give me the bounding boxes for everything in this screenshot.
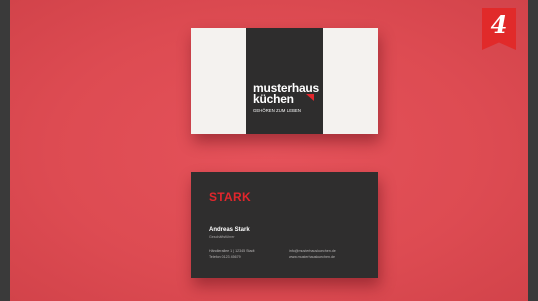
business-card-front: musterhaus küchen GEHÖREN ZUM LEBEN	[191, 28, 378, 134]
business-card-photo: 4 musterhaus küchen GEHÖREN ZUM LEBEN ST…	[10, 0, 528, 301]
logo-text-kuechen: küchen	[253, 92, 294, 106]
card-name: Andreas Stark	[209, 227, 250, 233]
card-phone: Telefon 0123 45679	[209, 255, 241, 259]
business-card-back: STARK Andreas Stark Geschäftsführer Händ…	[191, 172, 378, 278]
logo-mark-icon	[306, 94, 314, 101]
card-role: Geschäftsführer	[209, 235, 235, 239]
badge-number: 4	[490, 10, 508, 39]
photo-frame: 4 musterhaus küchen GEHÖREN ZUM LEBEN ST…	[0, 0, 538, 301]
number-badge: 4	[482, 8, 516, 50]
logo-block: musterhaus küchen GEHÖREN ZUM LEBEN	[246, 28, 323, 134]
card-brand: STARK	[209, 190, 251, 204]
logo-tagline: GEHÖREN ZUM LEBEN	[253, 108, 302, 113]
card-website: www.musterhauskuechen.de	[289, 255, 335, 259]
